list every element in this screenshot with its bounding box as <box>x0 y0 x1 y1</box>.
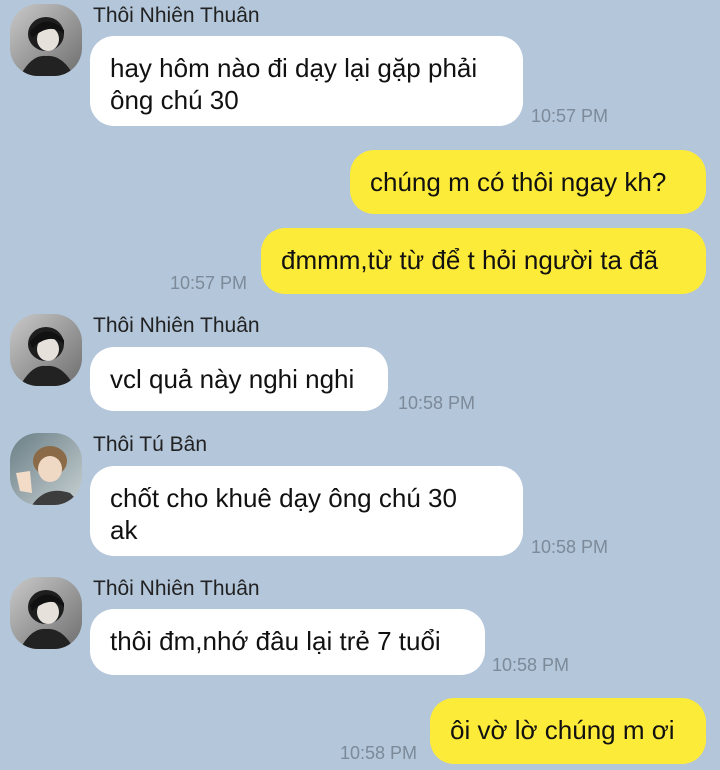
avatar[interactable] <box>10 577 82 649</box>
message-timestamp: 10:58 PM <box>340 743 418 763</box>
message-bubble[interactable]: chốt cho khuê dạy ông chú 30 ak <box>90 466 523 556</box>
avatar[interactable] <box>10 4 82 76</box>
message-text: ôi vờ lờ chúng m ơi <box>450 715 675 745</box>
message-text: hay hôm nào đi dạy lại gặp phải ông chú … <box>110 53 478 115</box>
message-bubble[interactable]: vcl quả này nghi nghi <box>90 347 388 411</box>
person-avatar-icon <box>10 4 82 76</box>
person-avatar-icon <box>10 314 82 386</box>
message-timestamp: 10:57 PM <box>170 273 248 293</box>
person-avatar-icon <box>10 577 82 649</box>
sender-name: Thôi Nhiên Thuân <box>93 4 260 27</box>
message-bubble[interactable]: đmmm,từ từ để t hỏi người ta đã <box>261 228 706 294</box>
message-timestamp: 10:58 PM <box>398 393 476 413</box>
message-text: thôi đm,nhớ đâu lại trẻ 7 tuổi <box>110 626 441 656</box>
avatar[interactable] <box>10 433 82 505</box>
message-bubble[interactable]: hay hôm nào đi dạy lại gặp phải ông chú … <box>90 36 523 126</box>
sender-name: Thôi Tú Bân <box>93 433 208 456</box>
message-text: chúng m có thôi ngay kh? <box>370 167 667 197</box>
message-timestamp: 10:58 PM <box>531 537 609 557</box>
message-text: đmmm,từ từ để t hỏi người ta đã <box>281 245 659 275</box>
sender-name: Thôi Nhiên Thuân <box>93 314 260 337</box>
message-bubble[interactable]: thôi đm,nhớ đâu lại trẻ 7 tuổi <box>90 609 485 675</box>
message-text: vcl quả này nghi nghi <box>110 364 355 394</box>
sender-name: Thôi Nhiên Thuân <box>93 577 260 600</box>
avatar[interactable] <box>10 314 82 386</box>
message-timestamp: 10:58 PM <box>492 655 570 675</box>
message-bubble[interactable]: ôi vờ lờ chúng m ơi <box>430 698 706 764</box>
waving-person-avatar-icon <box>10 433 82 505</box>
message-timestamp: 10:57 PM <box>531 106 609 126</box>
message-bubble[interactable]: chúng m có thôi ngay kh? <box>350 150 706 214</box>
message-text: chốt cho khuê dạy ông chú 30 ak <box>110 483 457 545</box>
